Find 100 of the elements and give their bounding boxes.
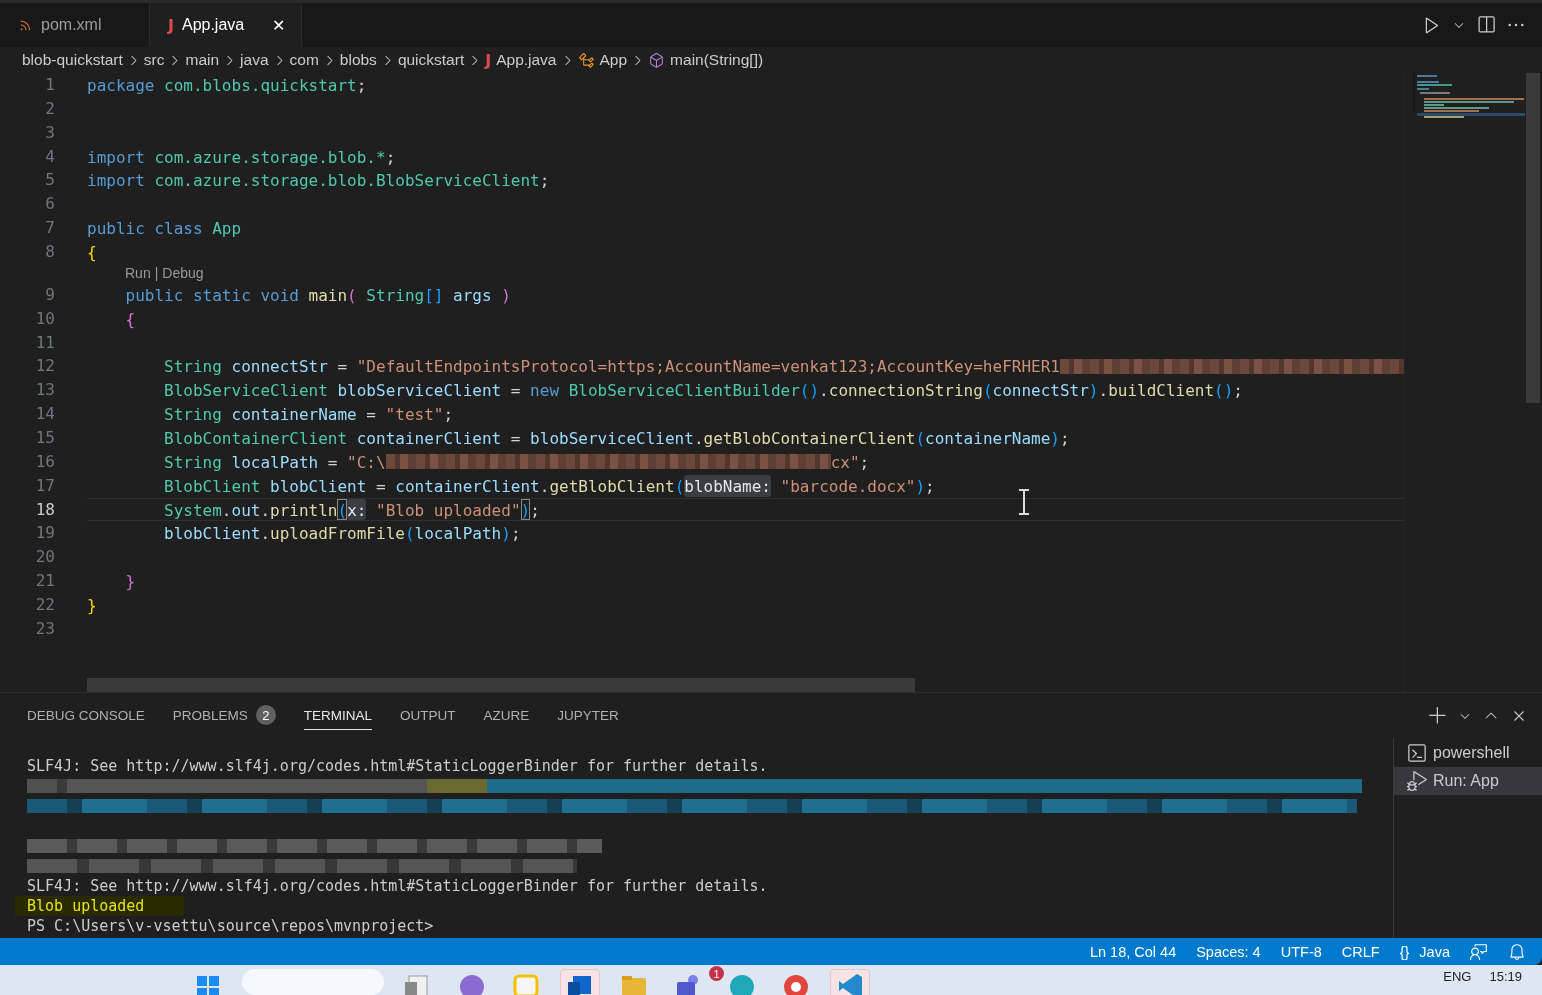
terminal-item[interactable]: Run: App bbox=[1394, 767, 1542, 795]
code-token: () bbox=[1214, 380, 1234, 402]
code-token: import bbox=[87, 146, 145, 168]
code-token: ( bbox=[404, 523, 415, 545]
status-item[interactable]: Ln 18, Col 44 bbox=[1089, 943, 1177, 960]
split-editor-icon[interactable] bbox=[1476, 15, 1496, 35]
tab-label: JUPYTER bbox=[557, 707, 619, 723]
panel-tab[interactable]: OUTPUT bbox=[400, 701, 456, 730]
bell-icon[interactable] bbox=[1508, 942, 1526, 961]
breadcrumb[interactable]: J App.java bbox=[485, 50, 557, 70]
code-token: containerClient bbox=[355, 428, 502, 449]
terminal-line: SLF4J: See http://www.slf4j.org/codes.html#StaticLoggerBinder for further details. bbox=[27, 756, 768, 776]
code-token: . bbox=[693, 428, 704, 449]
parameter-hint: x: bbox=[347, 498, 367, 521]
plus-icon[interactable] bbox=[1428, 705, 1448, 726]
breadcrumb[interactable]: src bbox=[143, 51, 165, 69]
status-item[interactable]: {} Java bbox=[1399, 943, 1450, 960]
code-token: ; bbox=[510, 523, 521, 545]
line-number: 10 bbox=[34, 307, 56, 330]
scrollbar[interactable] bbox=[87, 678, 915, 692]
breadcrumb[interactable]: blobs bbox=[339, 51, 377, 69]
language-indicator[interactable]: ENG bbox=[1443, 969, 1472, 984]
code-token: public static void bbox=[124, 284, 299, 306]
code-token: blobClient bbox=[269, 475, 367, 497]
code-token: ) bbox=[1088, 380, 1099, 402]
status-item[interactable]: Spaces: 4 bbox=[1196, 943, 1261, 960]
code-token: getBlobClient bbox=[549, 475, 675, 497]
code-token: BlobServiceClient bbox=[163, 380, 328, 402]
status-label: Java bbox=[1419, 943, 1450, 960]
code-token: containerClient bbox=[394, 475, 540, 497]
code-token: com.azure.storage.blob.* bbox=[153, 146, 386, 168]
code-token: getBlobContainerClient bbox=[703, 428, 916, 449]
code-token: ( bbox=[915, 428, 926, 449]
line-number: 9 bbox=[44, 283, 56, 306]
code-token: ) bbox=[915, 475, 926, 497]
code-token: = bbox=[326, 451, 338, 473]
code-token: = bbox=[365, 404, 376, 426]
code-token: . bbox=[539, 475, 550, 497]
line-number: 17 bbox=[34, 474, 56, 497]
terminal-icon bbox=[1407, 743, 1427, 763]
breadcrumb[interactable]: blob-quickstart bbox=[22, 51, 123, 69]
terminal-item[interactable]: powershell bbox=[1394, 739, 1542, 767]
count-badge: 2 bbox=[255, 705, 276, 725]
status-item[interactable]: UTF-8 bbox=[1280, 943, 1322, 960]
tab-label: App.java bbox=[181, 16, 245, 34]
code-token: ; bbox=[1059, 428, 1070, 449]
clock[interactable]: 15:19 bbox=[1489, 969, 1522, 984]
scrollbar[interactable] bbox=[1526, 73, 1540, 403]
code-token: ; bbox=[356, 75, 367, 96]
code-token: System bbox=[163, 499, 222, 521]
code-token: . bbox=[819, 380, 829, 402]
code-token: package bbox=[87, 75, 155, 96]
breadcrumb[interactable]: main bbox=[185, 51, 220, 69]
panel-tab[interactable]: PROBLEMS 2 bbox=[172, 701, 276, 730]
bug-icon bbox=[1407, 771, 1427, 791]
panel-tab[interactable]: TERMINAL bbox=[303, 701, 373, 730]
panel-tab[interactable]: AZURE bbox=[483, 701, 530, 730]
code-token: String bbox=[163, 404, 222, 426]
code-token: = bbox=[336, 356, 348, 378]
code-token: ) bbox=[500, 284, 511, 306]
breadcrumb[interactable]: main(String[]) bbox=[648, 51, 764, 69]
breadcrumb[interactable]: quickstart bbox=[397, 51, 465, 69]
feedback-icon[interactable] bbox=[1470, 942, 1488, 961]
line-number: 8 bbox=[44, 241, 56, 263]
code-token: public class bbox=[87, 218, 203, 239]
breadcrumb[interactable]: java bbox=[240, 51, 269, 69]
code-token: uploadFromFile bbox=[270, 523, 405, 545]
tab-label: pom.xml bbox=[41, 16, 102, 34]
line-number: 13 bbox=[34, 379, 56, 402]
code-token: = bbox=[375, 475, 386, 497]
code-token: new bbox=[529, 380, 559, 402]
tab-label: TERMINAL bbox=[303, 707, 373, 723]
code-token: ; bbox=[925, 475, 935, 497]
braces-icon: {} bbox=[1399, 943, 1410, 960]
breadcrumb[interactable]: com bbox=[289, 51, 319, 69]
editor-icon[interactable] bbox=[830, 969, 870, 995]
line-number: 23 bbox=[34, 617, 56, 640]
cube-icon bbox=[648, 51, 666, 69]
mail-icon[interactable] bbox=[560, 969, 600, 995]
code-token: BlobServiceClientBuilder bbox=[567, 380, 800, 402]
line-number: 5 bbox=[44, 169, 56, 192]
panel-tab[interactable]: DEBUG CONSOLE bbox=[27, 701, 145, 730]
code-token: blobClient bbox=[163, 523, 261, 545]
codelens-link[interactable]: Run bbox=[125, 263, 151, 283]
code-token: } bbox=[124, 571, 136, 593]
code-token: } bbox=[87, 595, 97, 616]
code-token: . bbox=[260, 523, 271, 545]
code-token: [] bbox=[424, 284, 444, 306]
code-token: ( bbox=[347, 284, 357, 306]
code-token: ; bbox=[385, 146, 396, 168]
code-token: ( bbox=[674, 475, 685, 497]
breadcrumb[interactable]: App bbox=[577, 51, 628, 69]
notification-badge: 1 bbox=[709, 966, 724, 981]
editor-tab[interactable]: J App.java ✕ bbox=[150, 3, 302, 47]
line-number: 16 bbox=[34, 450, 56, 473]
terminal-line: SLF4J: See http://www.slf4j.org/codes.html#StaticLoggerBinder for further details. bbox=[27, 876, 768, 896]
codelens-link[interactable]: Debug bbox=[162, 263, 204, 283]
close-icon[interactable]: ✕ bbox=[272, 15, 285, 35]
panel-tab[interactable]: JUPYTER bbox=[557, 701, 619, 730]
status-item[interactable]: CRLF bbox=[1341, 943, 1380, 960]
